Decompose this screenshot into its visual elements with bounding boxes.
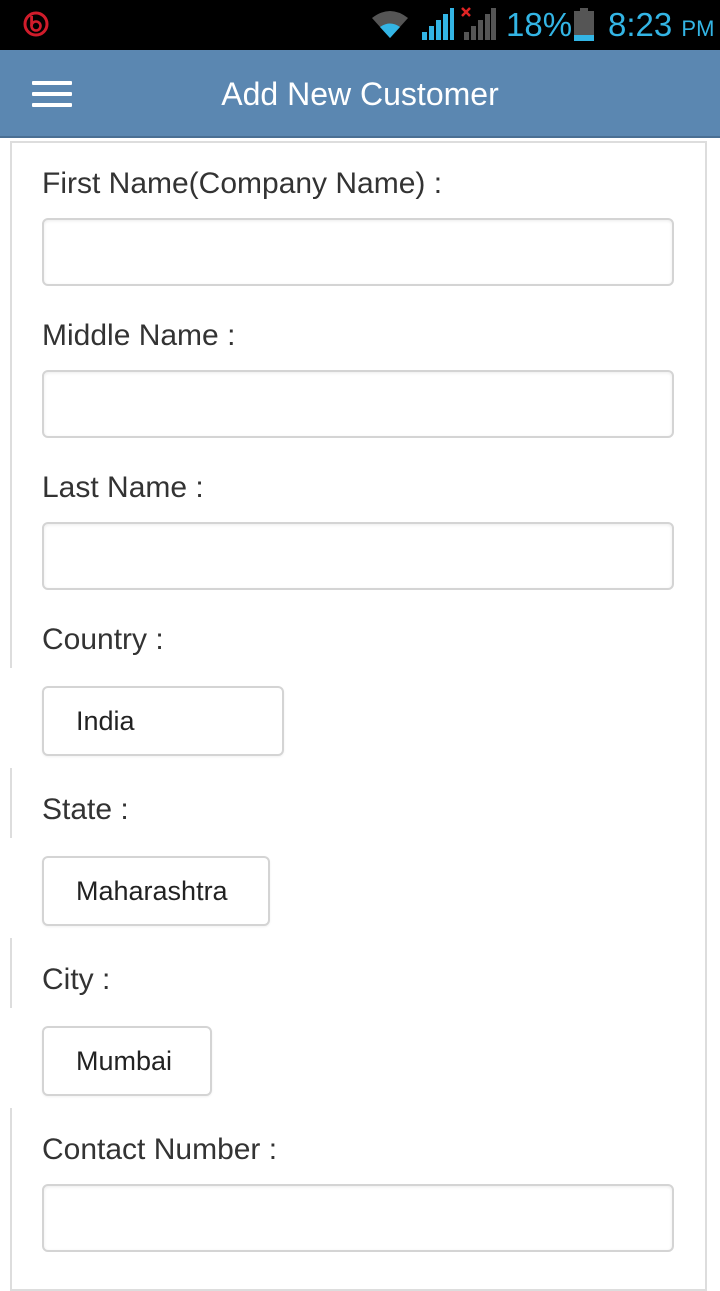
state-label: State : — [42, 793, 129, 826]
battery-icon — [574, 8, 594, 41]
state-select[interactable]: Maharashtra — [42, 856, 270, 926]
clock-time: 8:23 — [608, 6, 673, 43]
contact-number-input[interactable] — [42, 1184, 674, 1252]
country-select[interactable]: India — [42, 686, 284, 756]
city-select[interactable]: Mumbai — [42, 1026, 212, 1096]
country-label: Country : — [42, 623, 164, 656]
middle-name-input[interactable] — [42, 370, 674, 438]
clock-ampm: PM — [681, 16, 715, 41]
last-name-input[interactable] — [42, 522, 674, 590]
status-clock: 8:23 PM — [608, 6, 714, 48]
no-signal-icon — [461, 7, 496, 40]
first-name-label: First Name(Company Name) : — [42, 167, 443, 200]
wifi-icon — [372, 11, 408, 38]
page-title: Add New Customer — [221, 76, 499, 112]
app-bar: Add New Customer — [0, 50, 720, 138]
form-border-gap — [10, 668, 12, 768]
city-label: City : — [42, 963, 111, 996]
battery-percentage: 18% — [506, 6, 573, 43]
cell-signal-icon — [422, 8, 454, 40]
hamburger-menu-icon[interactable] — [22, 68, 82, 120]
status-bar: 18% 8:23 PM — [0, 0, 720, 50]
form-border-gap — [10, 1008, 12, 1108]
last-name-label: Last Name : — [42, 471, 204, 504]
middle-name-label: Middle Name : — [42, 319, 236, 352]
beats-logo-icon — [23, 11, 49, 37]
form-border-gap — [10, 838, 12, 938]
first-name-input[interactable] — [42, 218, 674, 286]
contact-number-label: Contact Number : — [42, 1133, 278, 1166]
